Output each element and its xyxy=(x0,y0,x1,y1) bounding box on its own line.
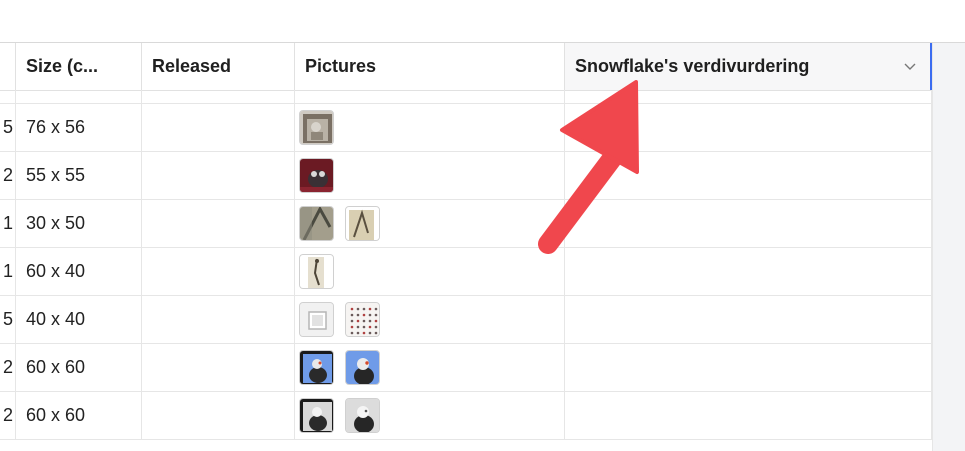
red-arrow-annotation xyxy=(538,80,639,254)
